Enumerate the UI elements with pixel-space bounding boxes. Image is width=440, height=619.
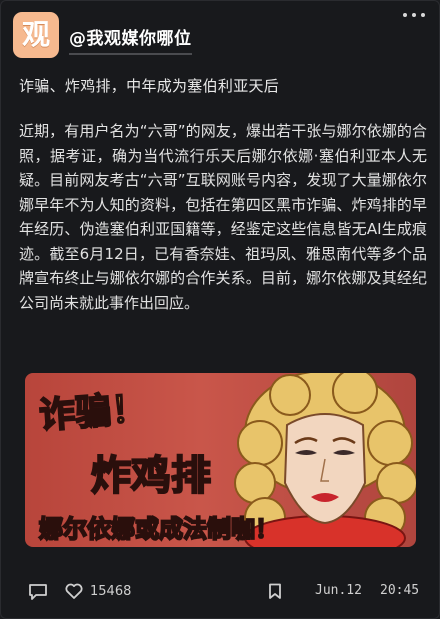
- bookmark-button[interactable]: [268, 583, 282, 600]
- author-handle[interactable]: @我观媒你哪位: [69, 24, 192, 55]
- post-footer: 15468 Jun.12 20:45: [1, 583, 440, 607]
- more-icon[interactable]: [403, 13, 425, 17]
- avatar-glyph: 观: [21, 18, 50, 51]
- avatar[interactable]: 观: [13, 12, 59, 58]
- like-button[interactable]: 15468: [65, 583, 131, 599]
- post-date: Jun.12: [315, 583, 362, 598]
- post-headline: 诈骗、炸鸡排，中年成为塞伯利亚天后: [19, 77, 280, 95]
- post-header: 观 @我观媒你哪位: [13, 12, 192, 58]
- post-time: 20:45: [380, 583, 420, 598]
- post-image[interactable]: 诈骗！ 炸鸡排 娜尔依娜或成法制咖！: [25, 373, 416, 547]
- image-caption-3: 娜尔依娜或成法制咖！: [38, 514, 280, 544]
- like-count: 15468: [90, 583, 132, 599]
- image-caption-2: 炸鸡排: [90, 452, 212, 500]
- post-card: 观 @我观媒你哪位 诈骗、炸鸡排，中年成为塞伯利亚天后 近期，有用户名为“六哥”…: [0, 0, 440, 619]
- comment-button[interactable]: [28, 583, 48, 601]
- image-caption-1: 诈骗！: [37, 387, 150, 437]
- post-body: 近期，有用户名为“六哥”的网友，爆出若干张与娜尔依娜的合照，据考证，确为当代流行…: [19, 122, 427, 312]
- comment-icon: [29, 584, 47, 600]
- bookmark-icon: [269, 583, 281, 599]
- heart-icon: [65, 583, 83, 599]
